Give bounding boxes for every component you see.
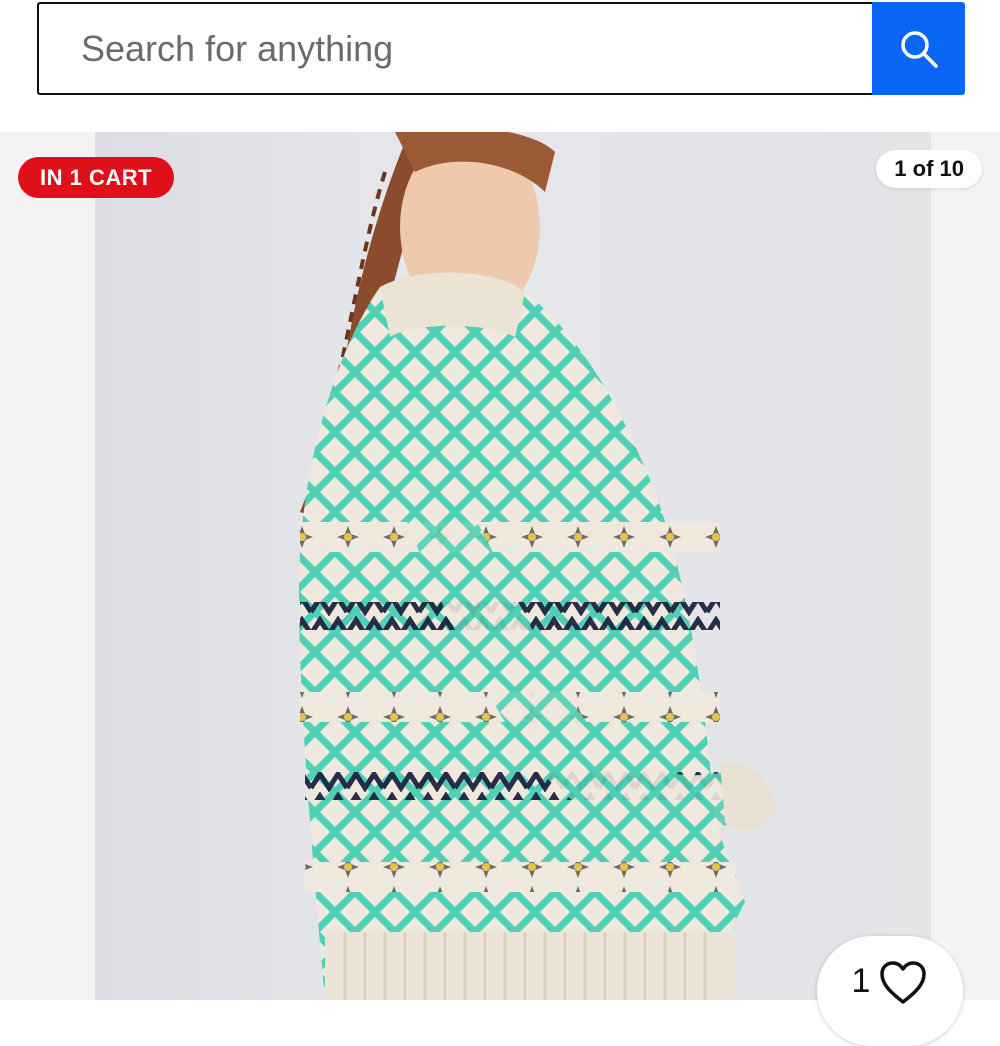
search-input[interactable] [37,2,872,95]
image-gallery[interactable] [0,132,1000,1000]
sweater-photo-illustration [299,132,775,1000]
image-counter: 1 of 10 [876,150,982,188]
watchers-count: 1 [851,962,871,1000]
search-button[interactable] [872,2,965,95]
next-image-peek[interactable] [886,132,931,1000]
watch-button[interactable]: 1 [817,936,963,1046]
search-bar [37,2,965,95]
in-cart-badge: IN 1 CART [18,157,175,198]
product-image[interactable] [95,132,886,1000]
search-icon [900,30,938,68]
heart-outline-icon [880,961,927,1004]
